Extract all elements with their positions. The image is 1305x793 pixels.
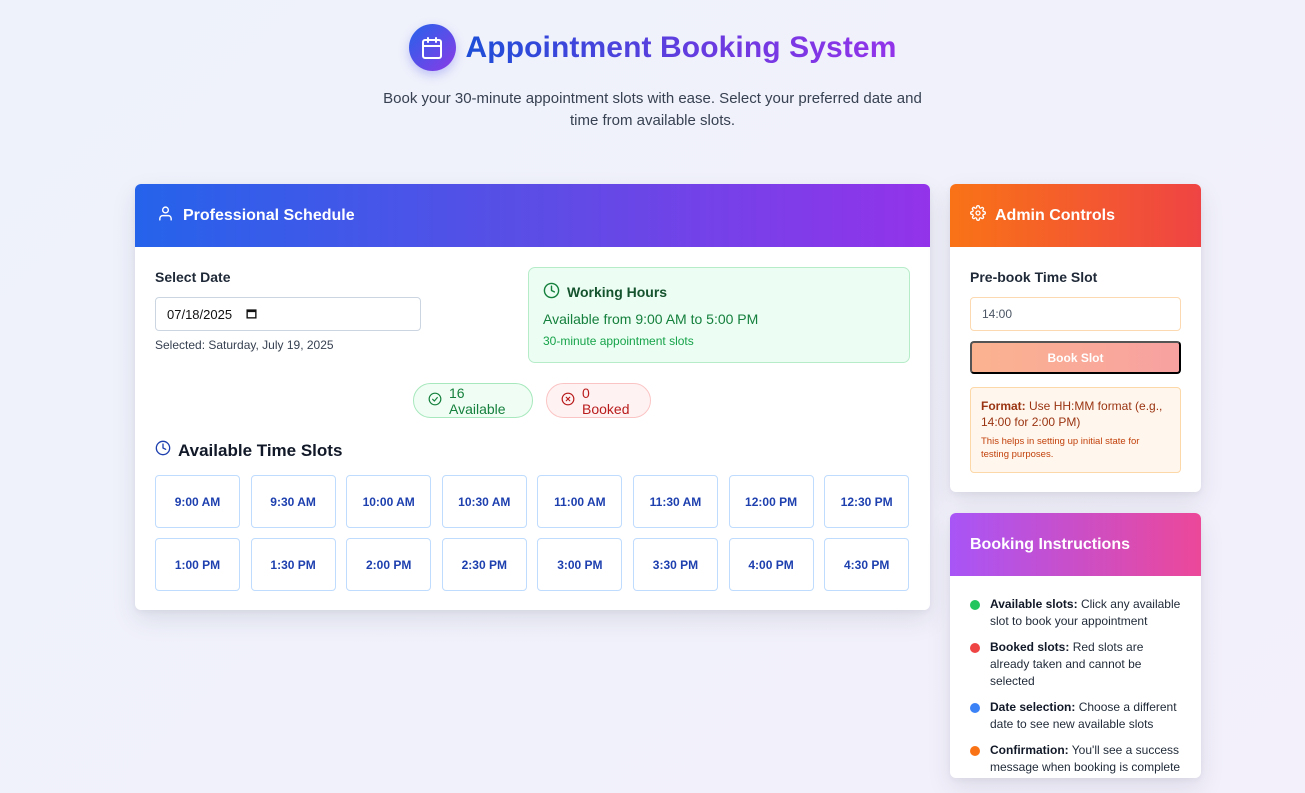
clock-icon — [155, 440, 171, 461]
book-slot-button[interactable]: Book Slot — [970, 341, 1181, 374]
time-slot-button[interactable]: 2:30 PM — [441, 538, 527, 591]
instruction-text: Available slots: Click any available slo… — [990, 596, 1185, 630]
time-slot-button[interactable]: 3:30 PM — [632, 538, 718, 591]
time-slot-button[interactable]: 4:00 PM — [728, 538, 814, 591]
admin-card-header: Admin Controls — [950, 184, 1201, 247]
instructions-card-header: Booking Instructions — [950, 513, 1201, 576]
instruction-label: Booked slots: — [990, 640, 1070, 654]
date-input[interactable]: 07/18/2025 — [155, 297, 421, 331]
time-slots-heading: Available Time Slots — [155, 440, 342, 461]
time-slot-button[interactable]: 1:00 PM — [155, 538, 240, 591]
admin-controls-card: Admin Controls Pre-book Time Slot 14:00 … — [950, 184, 1201, 492]
instruction-label: Confirmation: — [990, 743, 1069, 757]
gear-icon — [970, 205, 986, 226]
page-header: Appointment Booking System Book your 30-… — [0, 0, 1305, 132]
user-icon — [157, 205, 174, 227]
time-slot-button[interactable]: 2:00 PM — [346, 538, 432, 591]
instruction-item-booked: Booked slots: Red slots are already take… — [970, 639, 1185, 690]
working-hours-box: Working Hours Available from 9:00 AM to … — [528, 267, 910, 363]
red-dot-icon — [970, 643, 980, 653]
page-subtitle: Book your 30-minute appointment slots wi… — [383, 90, 922, 129]
booked-count-text: 0 Booked — [582, 384, 630, 417]
time-slot-button[interactable]: 12:00 PM — [728, 475, 814, 528]
orange-dot-icon — [970, 746, 980, 756]
x-circle-icon — [561, 392, 575, 409]
calendar-icon — [408, 24, 456, 71]
instruction-text: Confirmation: You'll see a success messa… — [990, 742, 1185, 776]
instruction-label: Date selection: — [990, 700, 1076, 714]
time-slot-button[interactable]: 9:00 AM — [155, 475, 240, 528]
blue-dot-icon — [970, 703, 980, 713]
selected-date-text: Selected: Saturday, July 19, 2025 — [155, 338, 334, 352]
time-slot-button[interactable]: 10:30 AM — [441, 475, 527, 528]
instruction-label: Available slots: — [990, 597, 1078, 611]
check-circle-icon — [428, 392, 442, 409]
format-help-label: Format: — [981, 399, 1026, 413]
instruction-item-available: Available slots: Click any available slo… — [970, 596, 1185, 630]
working-hours-note: 30-minute appointment slots — [543, 334, 694, 348]
time-slot-button[interactable]: 3:00 PM — [537, 538, 623, 591]
green-dot-icon — [970, 600, 980, 610]
booked-count-badge: 0 Booked — [546, 383, 651, 418]
admin-card-title: Admin Controls — [995, 206, 1115, 224]
working-hours-title-row: Working Hours — [543, 282, 909, 302]
instruction-text: Booked slots: Red slots are already take… — [990, 639, 1185, 690]
format-help-box: Format: Use HH:MM format (e.g., 14:00 fo… — [970, 387, 1181, 473]
prebook-time-input[interactable]: 14:00 — [970, 297, 1181, 331]
schedule-card-title: Professional Schedule — [183, 206, 355, 224]
schedule-card-header: Professional Schedule — [135, 184, 930, 247]
time-slot-button[interactable]: 1:30 PM — [250, 538, 336, 591]
available-count-badge: 16 Available — [413, 383, 533, 418]
format-help-note: This helps in setting up initial state f… — [981, 436, 1140, 460]
instruction-item-date: Date selection: Choose a different date … — [970, 699, 1185, 733]
booking-instructions-card: Booking Instructions Available slots: Cl… — [950, 513, 1201, 778]
title-row: Appointment Booking System — [0, 24, 1305, 71]
time-slot-button[interactable]: 10:00 AM — [346, 475, 432, 528]
calendar-picker-icon[interactable] — [246, 307, 257, 322]
instruction-text: Date selection: Choose a different date … — [990, 699, 1185, 733]
working-hours-range: Available from 9:00 AM to 5:00 PM — [543, 311, 759, 327]
clock-icon — [543, 282, 560, 302]
instruction-item-confirmation: Confirmation: You'll see a success messa… — [970, 742, 1185, 776]
working-hours-title: Working Hours — [567, 284, 668, 300]
available-count-text: 16 Available — [449, 384, 506, 417]
date-input-value: 07/18/2025 — [167, 306, 233, 322]
time-slots-grid: 9:00 AM 9:30 AM 10:00 AM 10:30 AM 11:00 … — [155, 475, 910, 591]
time-slot-button[interactable]: 4:30 PM — [824, 538, 910, 591]
instructions-list: Available slots: Click any available slo… — [970, 596, 1185, 778]
time-slots-title: Available Time Slots — [178, 440, 343, 460]
format-help-text: Format: Use HH:MM format (e.g., 14:00 fo… — [981, 398, 1170, 430]
instructions-card-title: Booking Instructions — [970, 535, 1130, 553]
time-slot-button[interactable]: 11:00 AM — [537, 475, 623, 528]
select-date-label: Select Date — [155, 269, 231, 285]
schedule-card: Professional Schedule Select Date 07/18/… — [135, 184, 930, 610]
time-slot-button[interactable]: 11:30 AM — [632, 475, 718, 528]
page-title: Appointment Booking System — [465, 30, 897, 64]
prebook-label: Pre-book Time Slot — [970, 269, 1098, 285]
time-slot-button[interactable]: 12:30 PM — [824, 475, 910, 528]
time-slot-button[interactable]: 9:30 AM — [250, 475, 336, 528]
